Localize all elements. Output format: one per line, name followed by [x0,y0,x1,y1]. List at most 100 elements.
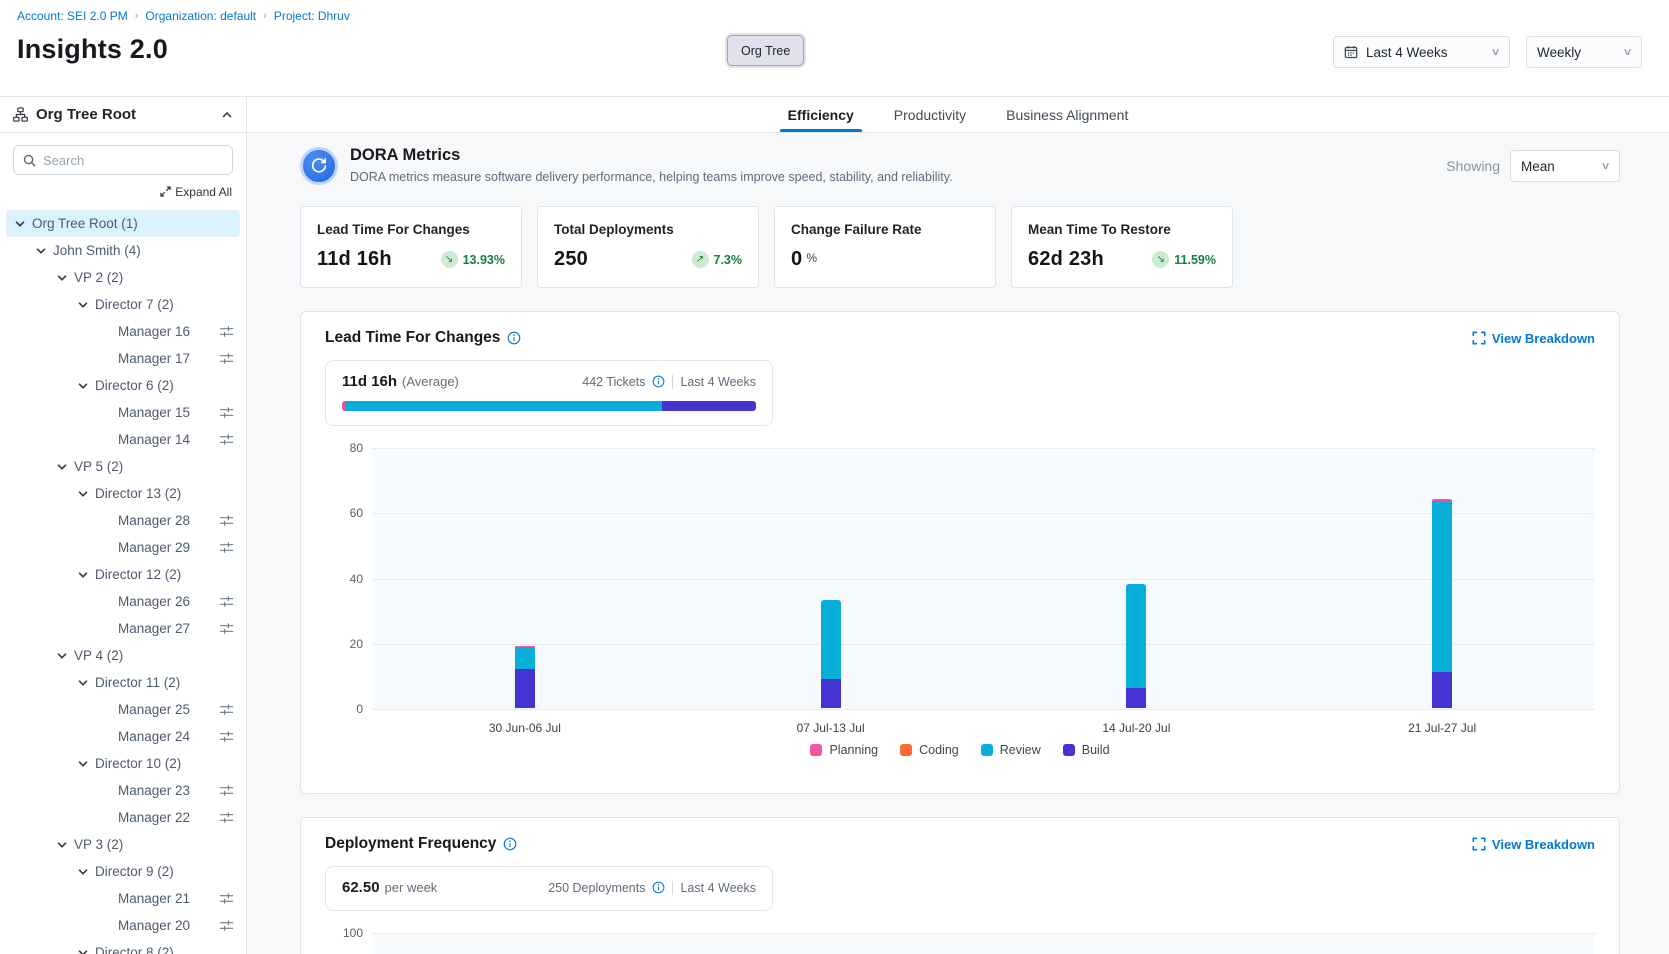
info-icon[interactable] [652,375,665,388]
filters-sliders-icon[interactable] [219,351,234,366]
org-tree-sidebar: Org Tree Root Expand All [0,97,247,954]
tree-item-manager-15[interactable]: Manager 15 [6,399,240,426]
tree-item-label: Director 10 (2) [95,756,181,771]
top-header: Account: SEI 2.0 PM › Organization: defaul… [0,0,1669,96]
sidebar-search[interactable] [13,145,233,175]
tab-efficiency[interactable]: Efficiency [786,97,856,132]
tree-item-manager-27[interactable]: Manager 27 [6,615,240,642]
legend-item-coding[interactable]: Coding [900,743,959,757]
view-breakdown-link[interactable]: View Breakdown [1472,837,1595,852]
chevron-down-icon[interactable] [77,758,89,770]
date-range-select[interactable]: Last 4 Weeks ∨ [1333,36,1510,68]
tree-item-vp-2-2[interactable]: VP 2 (2) [6,264,240,291]
breadcrumb-link[interactable]: Project: Dhruv [274,9,350,23]
filters-sliders-icon[interactable] [219,405,234,420]
chevron-down-icon[interactable] [35,245,47,257]
chevron-down-icon[interactable] [77,947,89,954]
tree-item-director-12-2[interactable]: Director 12 (2) [6,561,240,588]
tab-productivity[interactable]: Productivity [892,97,968,132]
filters-sliders-icon[interactable] [219,621,234,636]
tree-item-manager-28[interactable]: Manager 28 [6,507,240,534]
org-tree-button[interactable]: Org Tree [727,35,804,66]
filters-sliders-icon[interactable] [219,783,234,798]
expand-all-link[interactable]: Expand All [160,185,232,199]
tree-item-manager-29[interactable]: Manager 29 [6,534,240,561]
chevron-down-icon[interactable] [77,488,89,500]
tree-item-manager-23[interactable]: Manager 23 [6,777,240,804]
tree-item-vp-3-2[interactable]: VP 3 (2) [6,831,240,858]
breadcrumb-link[interactable]: Organization: default [145,9,256,23]
metric-card-mean-time-to-restore[interactable]: Mean Time To Restore 62d 23h ↘ 11.59% [1011,206,1233,288]
tree-item-manager-22[interactable]: Manager 22 [6,804,240,831]
legend-item-build[interactable]: Build [1063,743,1110,757]
gridline [372,644,1595,645]
tree-item-director-6-2[interactable]: Director 6 (2) [6,372,240,399]
chevron-down-icon[interactable] [56,839,68,851]
tree-item-director-13-2[interactable]: Director 13 (2) [6,480,240,507]
filters-sliders-icon[interactable] [219,918,234,933]
chevron-down-icon[interactable] [14,218,26,230]
stacked-bar-21-jul-27-jul[interactable] [1432,499,1452,708]
tree-item-director-7-2[interactable]: Director 7 (2) [6,291,240,318]
metric-card-change-failure-rate[interactable]: Change Failure Rate 0 % [774,206,996,288]
tree-item-vp-5-2[interactable]: VP 5 (2) [6,453,240,480]
tree-item-director-10-2[interactable]: Director 10 (2) [6,750,240,777]
tree-item-manager-20[interactable]: Manager 20 [6,912,240,939]
filters-sliders-icon[interactable] [219,540,234,555]
tree-item-label: Manager 27 [118,621,190,636]
metric-card-lead-time[interactable]: Lead Time For Changes 11d 16h ↘ 13.93% [300,206,522,288]
tree-item-director-9-2[interactable]: Director 9 (2) [6,858,240,885]
chevron-down-icon[interactable] [77,299,89,311]
deployments-count: 250 Deployments [548,881,645,895]
chevron-down-icon[interactable] [56,461,68,473]
tree-item-manager-16[interactable]: Manager 16 [6,318,240,345]
tree-item-manager-21[interactable]: Manager 21 [6,885,240,912]
tree-item-director-11-2[interactable]: Director 11 (2) [6,669,240,696]
search-input[interactable] [43,153,223,168]
chevron-down-icon[interactable] [77,380,89,392]
collapse-sidebar-chevron-up-icon[interactable] [221,109,233,121]
tree-item-manager-25[interactable]: Manager 25 [6,696,240,723]
chevron-down-icon[interactable] [77,866,89,878]
tab-business-alignment[interactable]: Business Alignment [1004,97,1130,132]
metric-card-total-deployments[interactable]: Total Deployments 250 ↗ 7.3% [537,206,759,288]
y-tick-label: 100 [343,926,363,940]
legend-item-planning[interactable]: Planning [810,743,878,757]
tree-item-manager-14[interactable]: Manager 14 [6,426,240,453]
filters-sliders-icon[interactable] [219,594,234,609]
insights-app: Account: SEI 2.0 PM › Organization: defaul… [0,0,1669,954]
chevron-down-icon[interactable] [56,650,68,662]
legend-item-review[interactable]: Review [981,743,1041,757]
tree-item-manager-24[interactable]: Manager 24 [6,723,240,750]
filters-sliders-icon[interactable] [219,432,234,447]
granularity-select[interactable]: Weekly ∨ [1526,36,1642,68]
tree-item-john-smith-4[interactable]: John Smith (4) [6,237,240,264]
trend-value: 7.3% [714,253,743,267]
showing-select[interactable]: Mean ∨ [1510,150,1620,182]
chevron-down-icon[interactable] [77,677,89,689]
breadcrumb-link[interactable]: Account: SEI 2.0 PM [17,9,128,23]
filters-sliders-icon[interactable] [219,513,234,528]
info-icon[interactable] [652,881,665,894]
view-breakdown-link[interactable]: View Breakdown [1472,331,1595,346]
filters-sliders-icon[interactable] [219,810,234,825]
tree-item-label: Director 6 (2) [95,378,174,393]
info-icon[interactable] [507,331,521,345]
chevron-down-icon[interactable] [56,272,68,284]
stacked-bar-14-jul-20-jul[interactable] [1126,584,1146,708]
chevron-down-icon[interactable] [77,569,89,581]
filters-sliders-icon[interactable] [219,729,234,744]
filters-sliders-icon[interactable] [219,891,234,906]
tree-item-manager-26[interactable]: Manager 26 [6,588,240,615]
stacked-bar-07-jul-13-jul[interactable] [821,600,841,708]
tree-item-director-8-2[interactable]: Director 8 (2) [6,939,240,954]
info-icon[interactable] [503,837,517,851]
filters-sliders-icon[interactable] [219,702,234,717]
tree-item-manager-17[interactable]: Manager 17 [6,345,240,372]
tree-item-org-tree-root-1[interactable]: Org Tree Root (1) [6,210,240,237]
tree-item-label: Director 9 (2) [95,864,174,879]
breadcrumb-separator: › [135,10,139,22]
stacked-bar-30-jun-06-jul[interactable] [515,646,535,708]
tree-item-vp-4-2[interactable]: VP 4 (2) [6,642,240,669]
filters-sliders-icon[interactable] [219,324,234,339]
